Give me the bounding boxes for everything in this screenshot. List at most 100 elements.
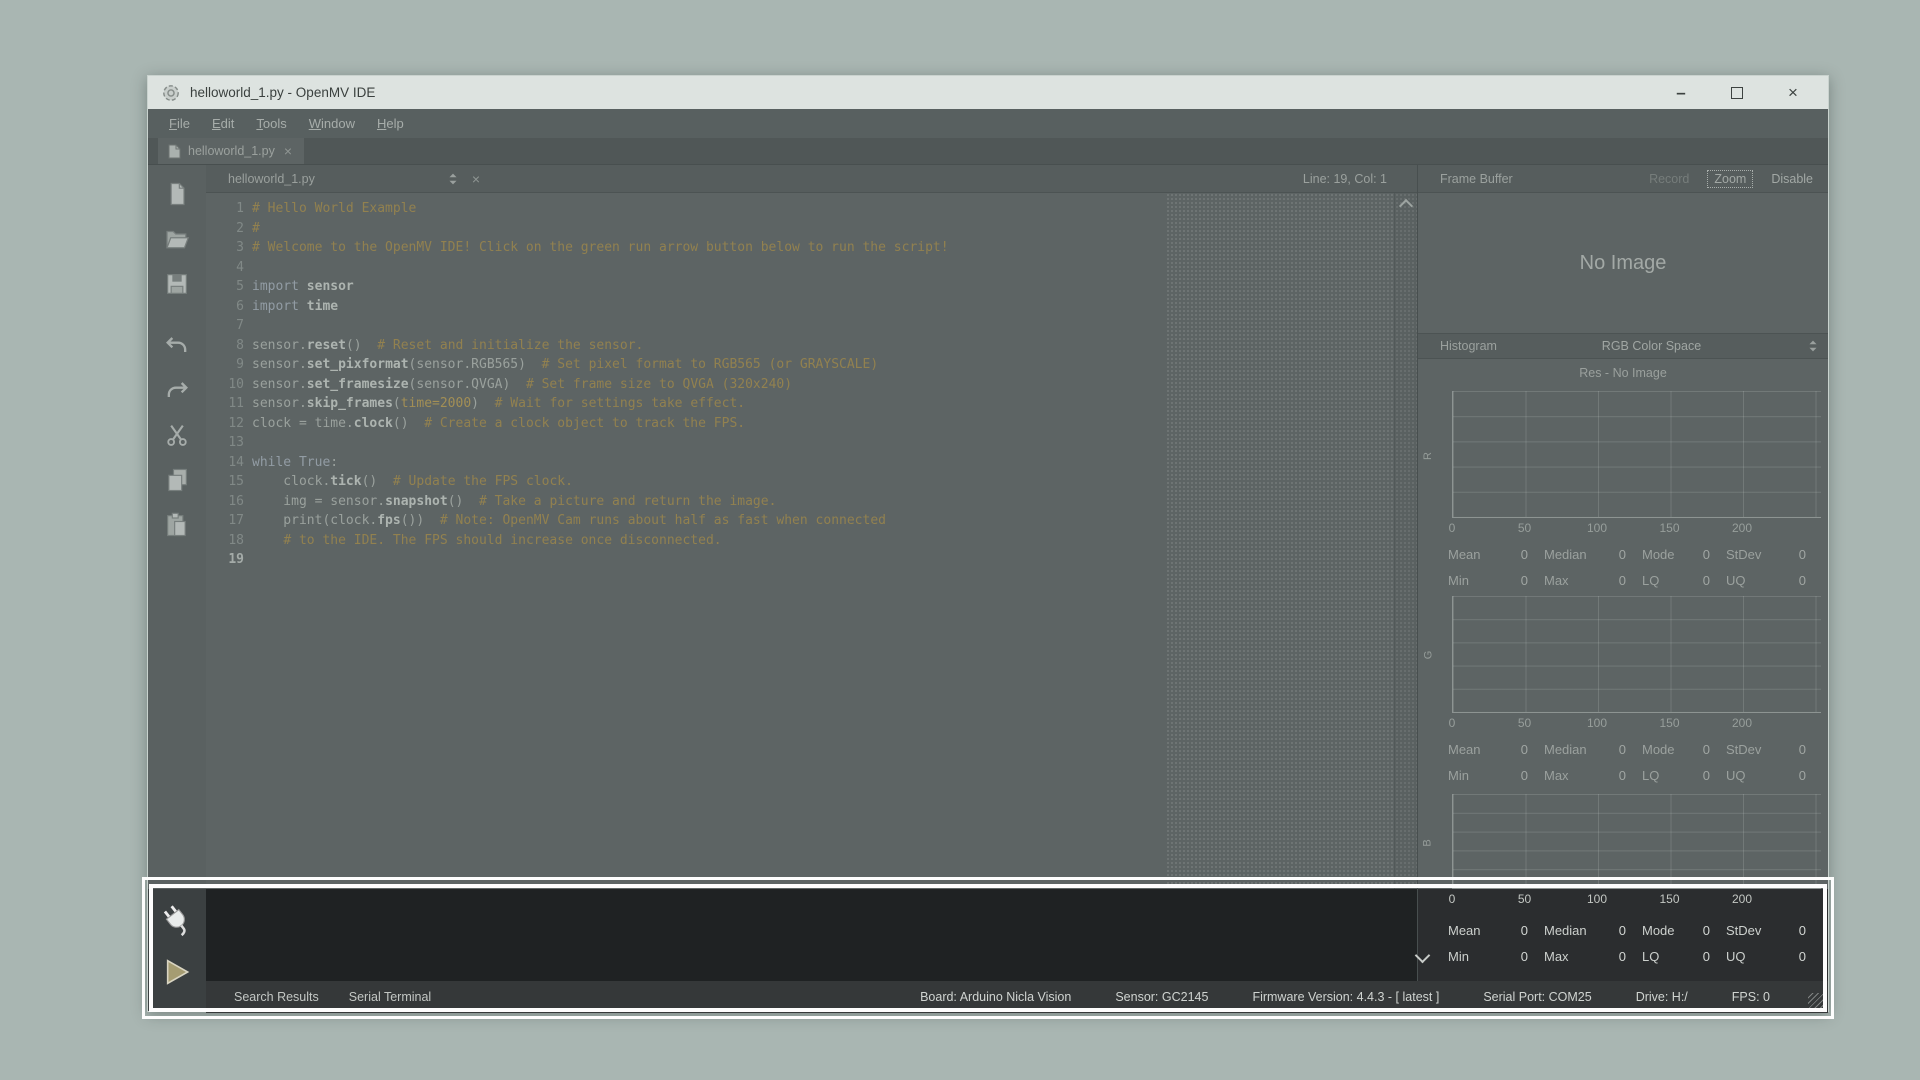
- serial-terminal-output[interactable]: [206, 889, 1417, 981]
- stat-label: Mode: [1642, 923, 1675, 938]
- line-number: 17: [206, 511, 244, 531]
- maximize-icon[interactable]: [1726, 82, 1748, 104]
- tab-helloworld[interactable]: helloworld_1.py ×: [158, 138, 304, 164]
- axis-tick-label: 100: [1587, 892, 1607, 906]
- channel-label-g: G: [1422, 651, 1434, 660]
- updown-arrows-icon: [446, 171, 460, 187]
- code-line: clock.tick() # Update the FPS clock.: [252, 472, 1166, 492]
- line-number: 9: [206, 355, 244, 375]
- stat-value: 0: [1703, 573, 1710, 588]
- code-segment: (sensor.QVGA): [409, 377, 526, 392]
- code-segment: time: [307, 299, 338, 314]
- code-segment: clock.: [252, 474, 330, 489]
- stat-mode: Mode0: [1642, 742, 1726, 757]
- code-segment: [299, 279, 307, 294]
- zoom-button[interactable]: Zoom: [1707, 170, 1753, 188]
- new-file-icon[interactable]: [160, 177, 194, 211]
- tab-serial-terminal[interactable]: Serial Terminal: [349, 990, 431, 1004]
- code-segment: (): [393, 416, 424, 431]
- save-icon[interactable]: [160, 267, 194, 301]
- panel-collapse-chevron[interactable]: [1413, 948, 1431, 966]
- connect-button[interactable]: [158, 901, 196, 939]
- stat-median: Median0: [1544, 742, 1642, 757]
- copy-icon[interactable]: [160, 463, 194, 497]
- disable-button[interactable]: Disable: [1766, 170, 1818, 188]
- code-segment: sensor.: [252, 357, 307, 372]
- stat-mean: Mean0: [1448, 742, 1544, 757]
- title-bar[interactable]: helloworld_1.py - OpenMV IDE – ×: [148, 76, 1828, 109]
- menu-window[interactable]: Window: [300, 113, 364, 134]
- document-selector[interactable]: helloworld_1.py ×: [228, 171, 480, 187]
- code-line: sensor.skip_frames(time=2000) # Wait for…: [252, 394, 1166, 414]
- code-segment: # Reset and initialize the sensor.: [377, 338, 643, 353]
- stat-max: Max0: [1544, 949, 1642, 964]
- play-icon: [161, 956, 193, 988]
- editor-scrollbar[interactable]: [1394, 193, 1417, 889]
- paste-icon[interactable]: [160, 508, 194, 542]
- openmv-logo-icon: [162, 84, 180, 102]
- code-text[interactable]: # Hello World Example## Welcome to the O…: [252, 193, 1166, 889]
- minimize-icon[interactable]: –: [1670, 82, 1692, 104]
- stat-value: 0: [1799, 547, 1806, 562]
- stat-label: Mean: [1448, 742, 1481, 757]
- document-close-icon[interactable]: ×: [472, 171, 480, 187]
- code-segment: set_pixformat: [307, 357, 409, 372]
- channel-label-r: R: [1422, 452, 1434, 460]
- code-segment: sensor.: [252, 396, 307, 411]
- resize-grip[interactable]: [1808, 993, 1824, 1009]
- status-field: Board: Arduino Nicla Vision: [920, 990, 1071, 1004]
- stat-label: Max: [1544, 573, 1569, 588]
- stat-label: Mean: [1448, 923, 1481, 938]
- record-button[interactable]: Record: [1644, 170, 1694, 188]
- code-segment: # Set frame size to QVGA (320x240): [526, 377, 792, 392]
- stat-mode: Mode0: [1642, 547, 1726, 562]
- code-segment: import: [252, 279, 299, 294]
- code-editor[interactable]: 12345678910111213141516171819 # Hello Wo…: [206, 193, 1417, 889]
- open-file-icon[interactable]: [160, 222, 194, 256]
- code-segment: # Welcome to the OpenMV IDE! Click on th…: [252, 240, 949, 255]
- tab-close-icon[interactable]: ×: [282, 143, 294, 159]
- menu-file[interactable]: File: [160, 113, 199, 134]
- status-field: Drive: H:/: [1636, 990, 1688, 1004]
- channel-label-b: B: [1422, 839, 1434, 846]
- stat-value: 0: [1521, 547, 1528, 562]
- code-line: import sensor: [252, 277, 1166, 297]
- line-number: 18: [206, 531, 244, 551]
- undo-icon[interactable]: [160, 328, 194, 362]
- stat-label: Mode: [1642, 547, 1675, 562]
- redo-icon[interactable]: [160, 373, 194, 407]
- menu-help[interactable]: Help: [368, 113, 413, 134]
- document-selector-label: helloworld_1.py: [228, 172, 446, 186]
- stat-min: Min0: [1448, 768, 1544, 783]
- menu-edit[interactable]: Edit: [203, 113, 243, 134]
- line-number: 16: [206, 492, 244, 512]
- code-line: # Welcome to the OpenMV IDE! Click on th…: [252, 238, 1166, 258]
- color-space-selector[interactable]: RGB Color Space: [1497, 338, 1820, 354]
- line-number: 10: [206, 375, 244, 395]
- line-number: 1: [206, 199, 244, 219]
- cursor-position: Line: 19, Col: 1: [1303, 172, 1387, 186]
- line-number: 4: [206, 258, 244, 278]
- code-line: [252, 433, 1166, 453]
- code-segment: clock: [354, 416, 393, 431]
- scroll-up-icon[interactable]: [1399, 199, 1413, 213]
- cut-icon[interactable]: [160, 418, 194, 452]
- stat-label: LQ: [1642, 949, 1659, 964]
- menu-tools[interactable]: Tools: [247, 113, 295, 134]
- window-title: helloworld_1.py - OpenMV IDE: [190, 85, 375, 100]
- code-line: [252, 258, 1166, 278]
- close-icon[interactable]: ×: [1782, 82, 1804, 104]
- tab-search-results[interactable]: Search Results: [234, 990, 319, 1004]
- run-script-button[interactable]: [158, 953, 196, 991]
- status-bar: Search Results Serial Terminal Board: Ar…: [206, 981, 1828, 1013]
- stat-median: Median0: [1544, 547, 1642, 562]
- stat-label: Max: [1544, 949, 1569, 964]
- axis-tick-label: 0: [1449, 716, 1456, 730]
- code-segment: (): [448, 494, 479, 509]
- code-segment: # Take a picture and return the image.: [479, 494, 776, 509]
- stat-label: Min: [1448, 949, 1469, 964]
- histogram-title: Histogram: [1440, 339, 1497, 353]
- code-segment: #: [252, 221, 260, 236]
- updown-arrows-icon: [1806, 338, 1820, 354]
- code-line: print(clock.fps()) # Note: OpenMV Cam ru…: [252, 511, 1166, 531]
